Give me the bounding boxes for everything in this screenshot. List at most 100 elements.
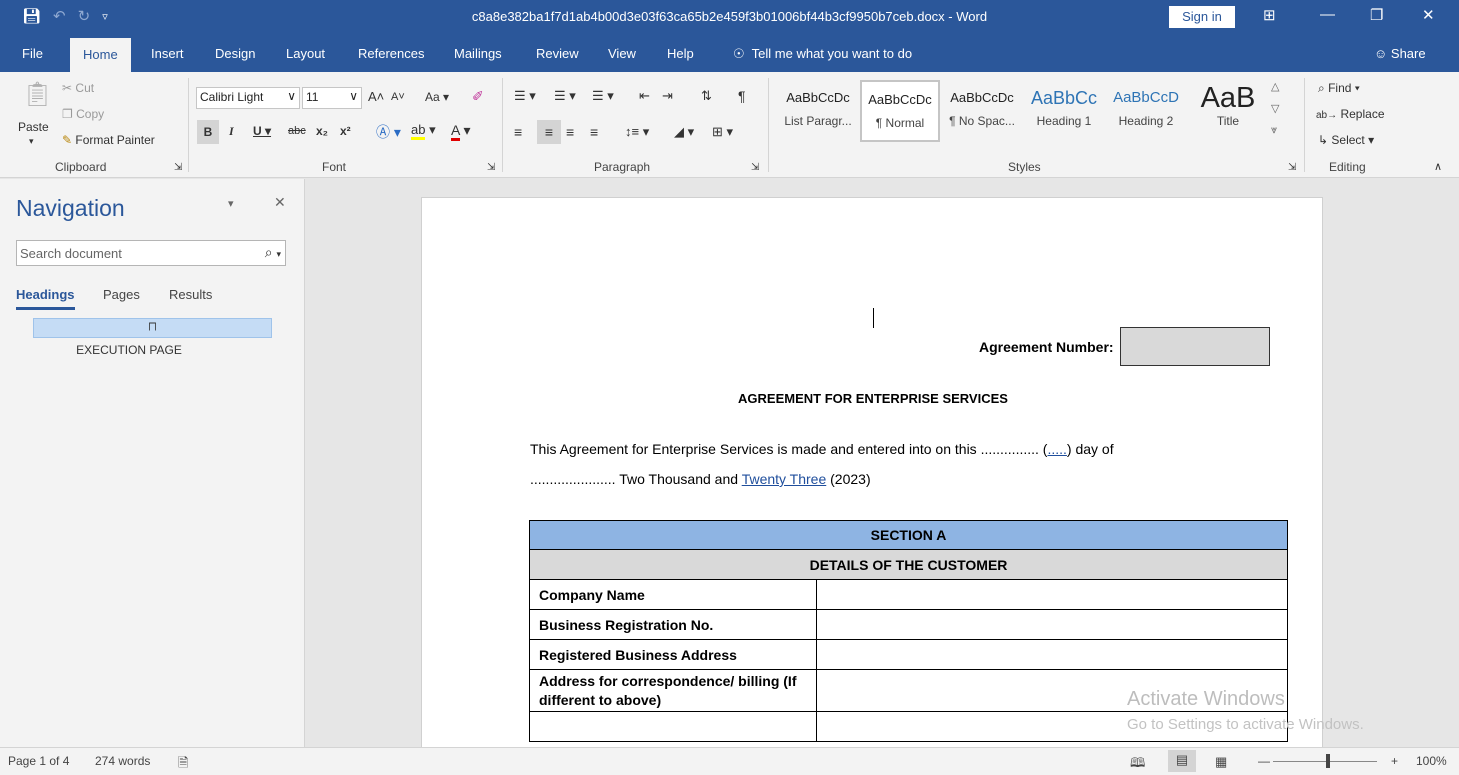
editing-group-label: Editing	[1329, 160, 1366, 174]
tab-mailings[interactable]: Mailings	[454, 46, 502, 61]
word-count[interactable]: 274 words	[95, 754, 150, 768]
change-case-icon[interactable]: Aa ▾	[425, 90, 449, 104]
pane-options-icon[interactable]: ▾	[228, 197, 234, 210]
align-center-icon[interactable]: ≡	[537, 120, 561, 144]
sort-icon[interactable]: ⇅	[701, 88, 712, 104]
tab-results[interactable]: Results	[169, 287, 212, 302]
close-button[interactable]: ✕	[1422, 6, 1435, 24]
style-sample: AaBbCcDc	[868, 92, 932, 107]
paste-dropdown-icon[interactable]: ▾	[29, 136, 34, 147]
align-left-icon[interactable]: ≡	[514, 124, 522, 140]
zoom-out-icon[interactable]: —	[1258, 754, 1270, 768]
proofing-icon[interactable]: 🗎︎	[178, 754, 188, 775]
tab-references[interactable]: References	[358, 46, 424, 61]
styles-launcher-icon[interactable]: ⇲	[1288, 162, 1296, 173]
shrink-font-icon[interactable]: A˅	[391, 91, 405, 103]
tab-insert[interactable]: Insert	[151, 46, 184, 61]
line-spacing-icon[interactable]: ↕≡ ▾	[625, 124, 649, 140]
expand-heading-icon[interactable]: ⨅	[33, 318, 272, 338]
font-size-box[interactable]: 11 ∨	[302, 87, 362, 109]
tab-design[interactable]: Design	[215, 46, 255, 61]
tab-file[interactable]: File	[22, 46, 43, 61]
zoom-in-icon[interactable]: +	[1391, 754, 1398, 768]
clear-formatting-icon[interactable]: ✐	[472, 88, 484, 105]
underline-icon[interactable]: U ▾	[253, 124, 271, 138]
styles-more-icon[interactable]: ⩔	[1271, 124, 1277, 137]
styles-scroll-down-icon[interactable]: ▽	[1271, 102, 1279, 115]
font-color-icon[interactable]: A ▾	[451, 122, 471, 141]
justify-icon[interactable]: ≡	[590, 124, 598, 140]
tab-view[interactable]: View	[608, 46, 636, 61]
italic-icon[interactable]: I	[229, 124, 234, 139]
search-icon[interactable]: ⌕ ▾	[265, 244, 281, 261]
ribbon-display-options-icon[interactable]: ⊞	[1263, 6, 1276, 24]
share-button[interactable]: ☺ Share	[1374, 46, 1426, 61]
numbering-icon[interactable]: ☰ ▾	[554, 88, 576, 104]
copy-button[interactable]: ❐ Copy	[62, 107, 104, 121]
font-launcher-icon[interactable]: ⇲	[487, 162, 495, 173]
style-heading-2[interactable]: AaBbCcD Heading 2	[1106, 80, 1186, 142]
row-value[interactable]	[816, 609, 1288, 640]
document-area[interactable]: Agreement Number: AGREEMENT FOR ENTERPRI…	[306, 179, 1459, 747]
zoom-level[interactable]: 100%	[1416, 754, 1447, 768]
subscript-icon[interactable]: x₂	[316, 124, 328, 138]
print-layout-icon[interactable]: ▤	[1168, 750, 1196, 772]
zoom-slider-thumb[interactable]	[1326, 754, 1330, 768]
clipboard-launcher-icon[interactable]: ⇲	[174, 162, 182, 173]
highlight-icon[interactable]: ab ▾	[411, 122, 436, 140]
zoom-slider[interactable]	[1273, 761, 1377, 762]
find-button[interactable]: ⌕ Find ▾	[1318, 81, 1360, 96]
row-label: Company Name	[529, 579, 817, 610]
web-layout-icon[interactable]: ▦	[1215, 754, 1227, 770]
search-input[interactable]: Search document ⌕ ▾	[16, 240, 286, 266]
borders-icon[interactable]: ⊞ ▾	[712, 124, 733, 140]
row-value[interactable]	[816, 639, 1288, 670]
bullets-icon[interactable]: ☰ ▾	[514, 88, 536, 104]
close-icon[interactable]: ✕	[274, 194, 286, 211]
grow-font-icon[interactable]: A˄	[368, 89, 384, 104]
row-value[interactable]	[816, 579, 1288, 610]
nav-heading-item[interactable]: EXECUTION PAGE	[33, 343, 225, 357]
paragraph-launcher-icon[interactable]: ⇲	[751, 162, 759, 173]
align-right-icon[interactable]: ≡	[566, 124, 574, 140]
minimize-button[interactable]: —	[1320, 6, 1335, 23]
style-name: Heading 2	[1118, 114, 1174, 128]
intro-text: ...................... Two Thousand and	[530, 471, 742, 487]
format-painter-button[interactable]: ✎ Format Painter	[62, 133, 155, 147]
decrease-indent-icon[interactable]: ⇤	[639, 88, 650, 104]
select-button[interactable]: ↳ Select ▾	[1318, 133, 1374, 147]
increase-indent-icon[interactable]: ⇥	[662, 88, 673, 104]
collapse-ribbon-icon[interactable]: ∧	[1434, 160, 1442, 173]
style-heading-1[interactable]: AaBbCc Heading 1	[1024, 80, 1104, 142]
bold-icon[interactable]: B	[197, 120, 219, 144]
shading-icon[interactable]: ◢ ▾	[674, 124, 694, 140]
styles-scroll-up-icon[interactable]: △	[1271, 80, 1279, 93]
style-title[interactable]: AaB Title	[1188, 80, 1268, 142]
style-no-spacing[interactable]: AaBbCcDc ¶ No Spac...	[942, 80, 1022, 142]
style-list-paragraph[interactable]: AaBbCcDc List Paragr...	[778, 80, 858, 142]
font-name-box[interactable]: Calibri Light ∨	[196, 87, 300, 109]
tab-home[interactable]: Home	[70, 38, 131, 72]
tab-layout[interactable]: Layout	[286, 46, 325, 61]
multilevel-list-icon[interactable]: ☰ ▾	[592, 88, 614, 104]
superscript-icon[interactable]: x²	[340, 124, 351, 138]
paste-button[interactable]: Paste	[18, 120, 49, 134]
style-normal[interactable]: AaBbCcDc ¶ Normal	[860, 80, 940, 142]
replace-button[interactable]: ab→ Replace	[1316, 107, 1385, 121]
cut-button[interactable]: ✂ Cut	[62, 81, 94, 95]
read-mode-icon[interactable]: 🕮︎	[1130, 754, 1145, 775]
tab-help[interactable]: Help	[667, 46, 694, 61]
strikethrough-icon[interactable]: abc	[288, 125, 306, 137]
agreement-number-field[interactable]	[1120, 327, 1270, 366]
copy-icon: ❐	[62, 107, 73, 121]
tell-me-box[interactable]: ☉ Tell me what you want to do	[733, 46, 912, 62]
restore-button[interactable]: ❐	[1370, 6, 1383, 24]
text-effects-icon[interactable]: Ⓐ ▾	[376, 122, 401, 142]
tab-headings[interactable]: Headings	[16, 287, 75, 310]
tab-pages[interactable]: Pages	[103, 287, 140, 302]
page-count[interactable]: Page 1 of 4	[8, 754, 69, 768]
sign-in-button[interactable]: Sign in	[1169, 6, 1235, 28]
document-page[interactable]: Agreement Number: AGREEMENT FOR ENTERPRI…	[421, 197, 1323, 747]
tab-review[interactable]: Review	[536, 46, 579, 61]
show-formatting-icon[interactable]: ¶	[738, 88, 746, 104]
